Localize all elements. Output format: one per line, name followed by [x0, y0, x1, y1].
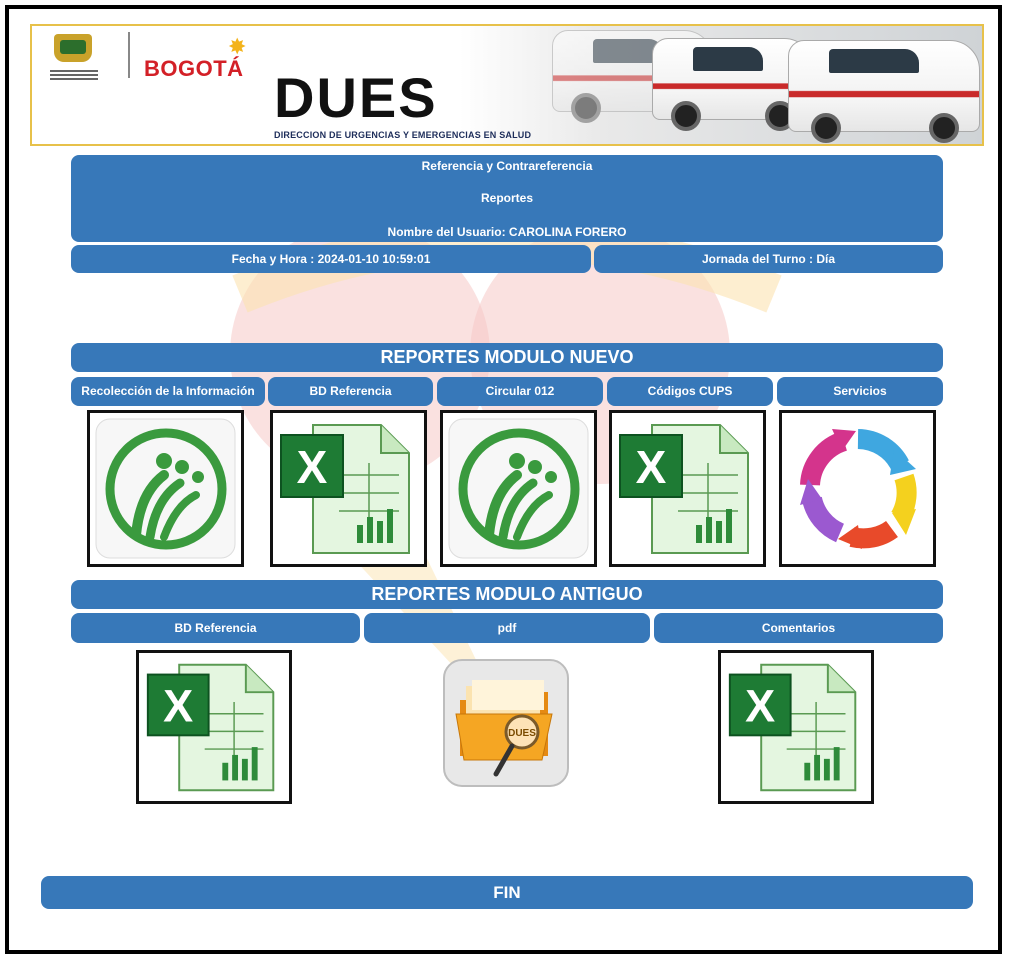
excel-icon: X — [146, 663, 275, 792]
user-name: Nombre del Usuario: CAROLINA FORERO — [387, 225, 627, 239]
datetime-bar: Fecha y Hora : 2024-01-10 10:59:01 — [71, 245, 591, 273]
tab-codigos-cups[interactable]: Códigos CUPS — [607, 377, 773, 406]
excel-icon: X — [728, 663, 857, 792]
app-logo-icon — [95, 418, 236, 559]
servicios-link[interactable] — [779, 410, 936, 567]
header-banner: BOGOTÁ ✸ DUES DIRECCION DE URGENCIAS Y E… — [30, 24, 984, 146]
tab-pdf[interactable]: pdf — [364, 613, 650, 643]
tab-old-bd-referencia[interactable]: BD Referencia — [71, 613, 360, 643]
circular-012-link[interactable] — [440, 410, 597, 567]
info-panel: Referencia y Contrareferencia Reportes N… — [71, 155, 943, 242]
tab-bd-referencia[interactable]: BD Referencia — [268, 377, 433, 406]
dues-logo: DUES — [274, 66, 438, 129]
tab-circular-012[interactable]: Circular 012 — [437, 377, 603, 406]
old-module-title: REPORTES MODULO ANTIGUO — [71, 580, 943, 609]
svg-text:X: X — [636, 441, 667, 493]
old-bd-referencia-link[interactable]: X — [136, 650, 292, 804]
app-logo-icon — [448, 418, 589, 559]
shift-bar: Jornada del Turno : Día — [594, 245, 943, 273]
svg-text:X: X — [297, 441, 328, 493]
svg-text:X: X — [163, 681, 193, 732]
coat-of-arms-caption — [50, 68, 98, 84]
recoleccion-link[interactable] — [87, 410, 244, 567]
folder-search-icon: DUES — [443, 659, 569, 787]
new-module-title: REPORTES MODULO NUEVO — [71, 343, 943, 372]
dues-subtitle: DIRECCION DE URGENCIAS Y EMERGENCIAS EN … — [274, 130, 532, 140]
tab-comentarios[interactable]: Comentarios — [654, 613, 943, 643]
coat-of-arms-icon — [54, 34, 92, 62]
codigos-cups-link[interactable]: X — [609, 410, 766, 567]
svg-text:X: X — [745, 681, 775, 732]
folder-label: DUES — [508, 728, 536, 739]
fin-button[interactable]: FIN — [41, 876, 973, 909]
excel-icon: X — [619, 424, 749, 554]
cycle-arrows-icon — [800, 429, 917, 549]
star-icon: ✸ — [228, 34, 247, 59]
ambulance-image — [788, 40, 980, 143]
excel-icon: X — [280, 424, 410, 554]
system-title: Referencia y Contrareferencia — [421, 159, 593, 173]
comentarios-link[interactable]: X — [718, 650, 874, 804]
tab-recoleccion[interactable]: Recolección de la Información — [71, 377, 265, 406]
pdf-link[interactable]: DUES — [436, 652, 576, 794]
section-title: Reportes — [480, 191, 533, 205]
header-separator — [128, 32, 130, 78]
bd-referencia-link[interactable]: X — [270, 410, 427, 567]
tab-servicios[interactable]: Servicios — [777, 377, 943, 406]
